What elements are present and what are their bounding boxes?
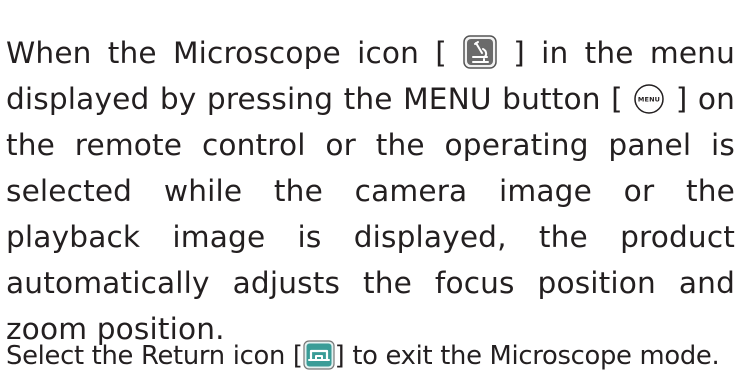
text-segment: When the Microscope icon [ — [6, 35, 447, 70]
return-icon — [303, 340, 335, 370]
return-instruction: Select the Return icon [ ] to exit the M… — [6, 338, 735, 374]
microscope-description: When the Microscope icon [ ] in the menu… — [6, 30, 735, 352]
text-segment: ] to exit the Microscope mode. — [334, 340, 720, 371]
text-segment: Select the Return icon [ — [6, 340, 303, 371]
menu-button-icon: MENU — [633, 83, 665, 115]
text-segment: ] on the remote control or the operating… — [6, 81, 735, 346]
microscope-icon — [463, 34, 497, 69]
manual-page: When the Microscope icon [ ] in the menu… — [0, 0, 735, 374]
menu-button-text: MENU — [638, 95, 660, 103]
